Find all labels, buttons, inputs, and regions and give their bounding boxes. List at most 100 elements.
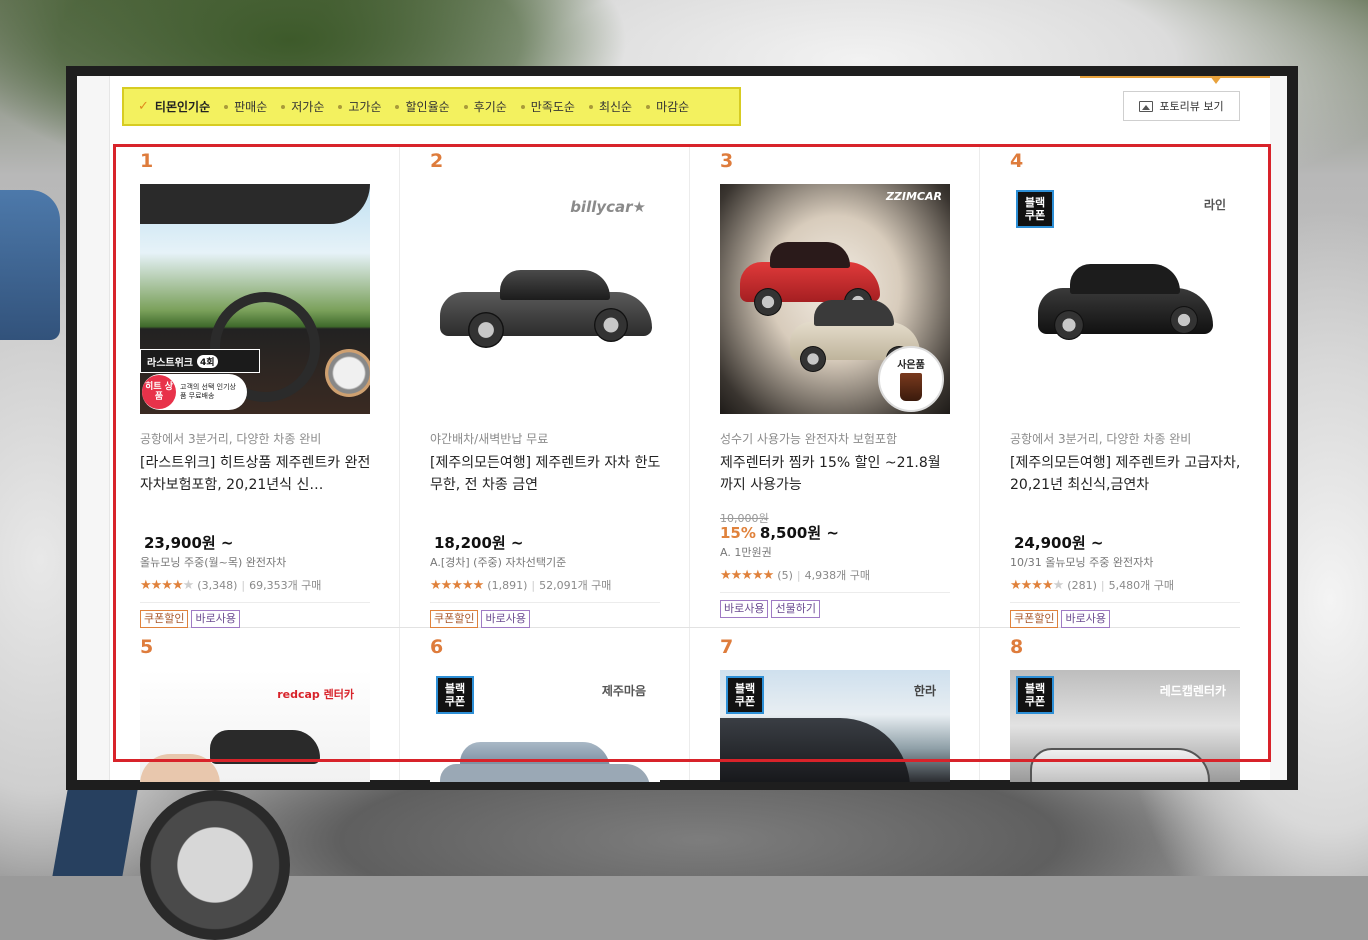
product-image[interactable]: billycar★ [430,184,660,414]
star-rating-icon: ★★★★★ [1010,577,1064,593]
tag-instant: 바로사용 [1061,610,1110,628]
brand-logo: 라인 [1203,198,1226,212]
product-image[interactable]: ZZIMCAR 사은품 [720,184,950,414]
rating: ★★★★★ (1,891) | 52,091개 구매 [430,577,612,593]
price-value: 8,500원 ~ [759,524,839,542]
product-card[interactable]: 8 블랙 쿠폰 레드캡렌터카 [1010,636,1242,782]
purchase-count: 69,353개 구매 [249,579,322,592]
sort-item-high-price[interactable]: 고가순 [338,98,381,115]
product-image[interactable]: 블랙 쿠폰 제주마음 [430,670,660,782]
coffee-cup-icon [900,373,922,401]
rank-number: 5 [140,636,154,658]
gauge [325,349,370,397]
sort-item-popular[interactable]: ✓ 티몬인기순 [138,98,210,115]
price-value: 23,900원 ~ [144,534,234,552]
photo-review-button[interactable]: 포토리뷰 보기 [1123,91,1240,121]
brand-logo: 제주마음 [601,684,646,698]
product-card[interactable]: 1 라스트위크 4회 히트 상품 고객의 선택 인기상품 무료배송 공항에서 3… [140,150,372,628]
product-card[interactable]: 3 ZZIMCAR 사은품 성수기 사용가능 완전자차 보험포함 제주렌터카 찜… [720,150,952,618]
column-divider [399,146,400,780]
product-image[interactable]: 라스트위크 4회 히트 상품 고객의 선택 인기상품 무료배송 [140,184,370,414]
coupon-text: 쿠폰 [734,695,756,708]
rank-number: 7 [720,636,734,658]
product-card[interactable]: 4 블랙 쿠폰 라인 공항에서 3분거리, 다양한 차종 완비 [제주의모든여행]… [1010,150,1242,628]
star-rating-icon: ★★★★★ [140,577,194,593]
product-title[interactable]: 제주렌터카 찜카 15% 할인 ~21.8월까지 사용가능 [720,452,952,512]
review-count: (5) [777,568,793,582]
coupon-text: 쿠폰 [1024,695,1046,708]
gift-text: 사은품 [897,360,925,371]
review-count: (1,891) [487,578,528,592]
sort-bar: ✓ 티몬인기순 판매순 저가순 고가순 할인율순 후기순 만족도순 최신순 마감… [122,87,741,126]
bullet-icon [338,104,343,109]
hit-circle: 히트 상품 [142,375,176,409]
product-subtitle: 성수기 사용가능 완전자차 보험포함 [720,432,898,446]
sort-item-newest[interactable]: 최신순 [588,98,632,115]
gift-badge: 사은품 [878,346,944,412]
tag-list: 쿠폰할인 바로사용 [430,610,662,628]
sort-item-label: 마감순 [656,100,690,114]
purchase-count: 4,938개 구매 [804,569,870,582]
sort-item-low-price[interactable]: 저가순 [281,98,324,115]
badge-text: 라스트위크 [147,357,193,369]
sort-item-sales[interactable]: 판매순 [224,98,267,115]
original-price [430,510,662,524]
product-subtitle: 야간배차/새벽반납 무료 [430,432,549,446]
purchase-count: 52,091개 구매 [539,579,612,592]
price-option: 올뉴모닝 주중(월~목) 완전자차 [140,556,287,569]
review-count: (281) [1067,578,1097,592]
wheel [1170,306,1198,334]
product-image[interactable]: 블랙 쿠폰 한라 [720,670,950,782]
sort-item-discount[interactable]: 할인율순 [395,98,450,115]
lastweek-badge: 라스트위크 4회 [140,349,260,373]
sort-item-satisfaction[interactable]: 만족도순 [520,98,575,115]
black-coupon-badge: 블랙 쿠폰 [1016,676,1054,714]
beige-car-roof [814,300,894,326]
rank-number: 6 [430,636,444,658]
sort-item-deadline[interactable]: 마감순 [646,98,689,115]
hit-product-badge: 히트 상품 고객의 선택 인기상품 무료배송 [142,374,247,410]
car-shape [1030,748,1210,782]
bullet-icon [224,104,229,109]
sort-item-label: 고가순 [348,100,382,114]
product-title[interactable]: [제주의모든여행] 제주렌트카 고급자차, 20,21년 최신식,금연차 [1010,452,1242,512]
brand-logo: 레드캡렌터카 [1159,684,1226,698]
sort-item-label: 티몬인기순 [154,100,211,114]
card-divider [720,592,950,593]
badge-count: 4회 [197,354,218,368]
car-shape [440,764,650,782]
wheel [594,308,628,342]
rank-number: 3 [720,150,734,172]
sort-item-reviews[interactable]: 후기순 [463,98,507,115]
product-card[interactable]: 7 블랙 쿠폰 한라 [720,636,952,782]
product-title[interactable]: [제주의모든여행] 제주렌트카 자차 한도무한, 전 차종 금연 [430,452,662,512]
column-divider [689,146,690,780]
product-card[interactable]: 6 블랙 쿠폰 제주마음 [430,636,662,782]
wheel [1054,310,1084,340]
product-image[interactable]: 블랙 쿠폰 레드캡렌터카 [1010,670,1240,782]
tag-instant: 바로사용 [720,600,769,618]
car-roof [1070,264,1180,294]
top-accent-line [1080,76,1270,78]
review-count: (3,348) [197,578,238,592]
purchase-count: 5,480개 구매 [1108,579,1174,592]
coupon-text: 쿠폰 [1024,209,1046,222]
product-subtitle: 공항에서 3분거리, 다양한 차종 완비 [1010,432,1192,446]
discount-rate: 15% [720,524,756,542]
product-card[interactable]: 5 redcap 렌터카 [140,636,372,782]
bullet-icon [646,104,651,109]
roof-frame [140,184,370,224]
product-card[interactable]: 2 billycar★ 야간배차/새벽반납 무료 [제주의모든여행] 제주렌트카… [430,150,662,628]
brand-logo: 한라 [913,684,936,698]
original-price [140,510,372,524]
product-image[interactable]: redcap 렌터카 [140,670,370,782]
star-rating-icon: ★★★★★ [430,577,484,593]
car-roof [500,270,610,300]
bullet-icon [588,104,593,109]
product-title[interactable]: [라스트위크] 히트상품 제주렌트카 완전자차보험포함, 20,21년식 신… [140,452,372,512]
product-image[interactable]: 블랙 쿠폰 라인 [1010,184,1240,414]
rating: ★★★★★ (281) | 5,480개 구매 [1010,577,1174,593]
sort-item-label: 할인율순 [405,100,450,114]
background-tire [140,790,290,940]
coupon-text: 블랙 [734,682,756,695]
